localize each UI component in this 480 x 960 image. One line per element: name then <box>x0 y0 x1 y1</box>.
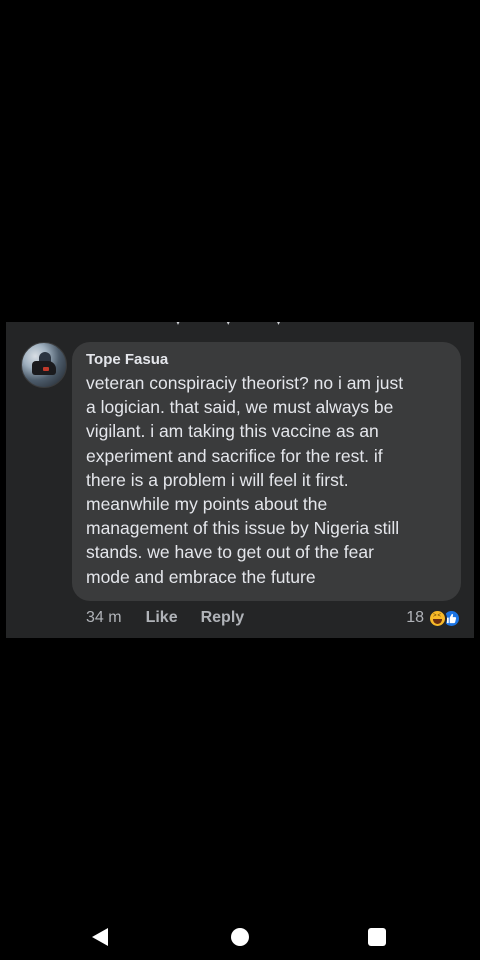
comment-panel: ▾ ▾ ▾ Tope Fasua veteran conspiraciy the… <box>6 322 474 638</box>
android-navigation-bar <box>0 916 480 960</box>
reaction-count: 18 <box>406 609 424 626</box>
back-icon[interactable] <box>89 926 111 948</box>
like-button[interactable]: Like <box>146 609 178 627</box>
recents-icon[interactable] <box>366 926 388 948</box>
haha-icon: >< <box>428 608 447 628</box>
comment-bubble: Tope Fasua veteran conspiraciy theorist?… <box>72 342 461 601</box>
screen: ▾ ▾ ▾ Tope Fasua veteran conspiraciy the… <box>0 0 480 960</box>
comment-actions: 34 m Like Reply <box>86 608 244 628</box>
avatar[interactable] <box>21 342 67 388</box>
previous-text-fragment: ▾ ▾ ▾ <box>176 322 303 327</box>
comment-author[interactable]: Tope Fasua <box>86 351 449 369</box>
home-icon[interactable] <box>229 926 251 948</box>
previous-comment-fragment: ▾ ▾ ▾ <box>86 322 316 328</box>
reply-button[interactable]: Reply <box>201 609 245 627</box>
comment-timestamp[interactable]: 34 m <box>86 609 122 627</box>
comment-text: veteran conspiraciy theorist? no i am ju… <box>86 373 404 587</box>
reactions-summary[interactable]: 18 >< <box>406 607 461 629</box>
avatar-accent <box>43 367 49 371</box>
